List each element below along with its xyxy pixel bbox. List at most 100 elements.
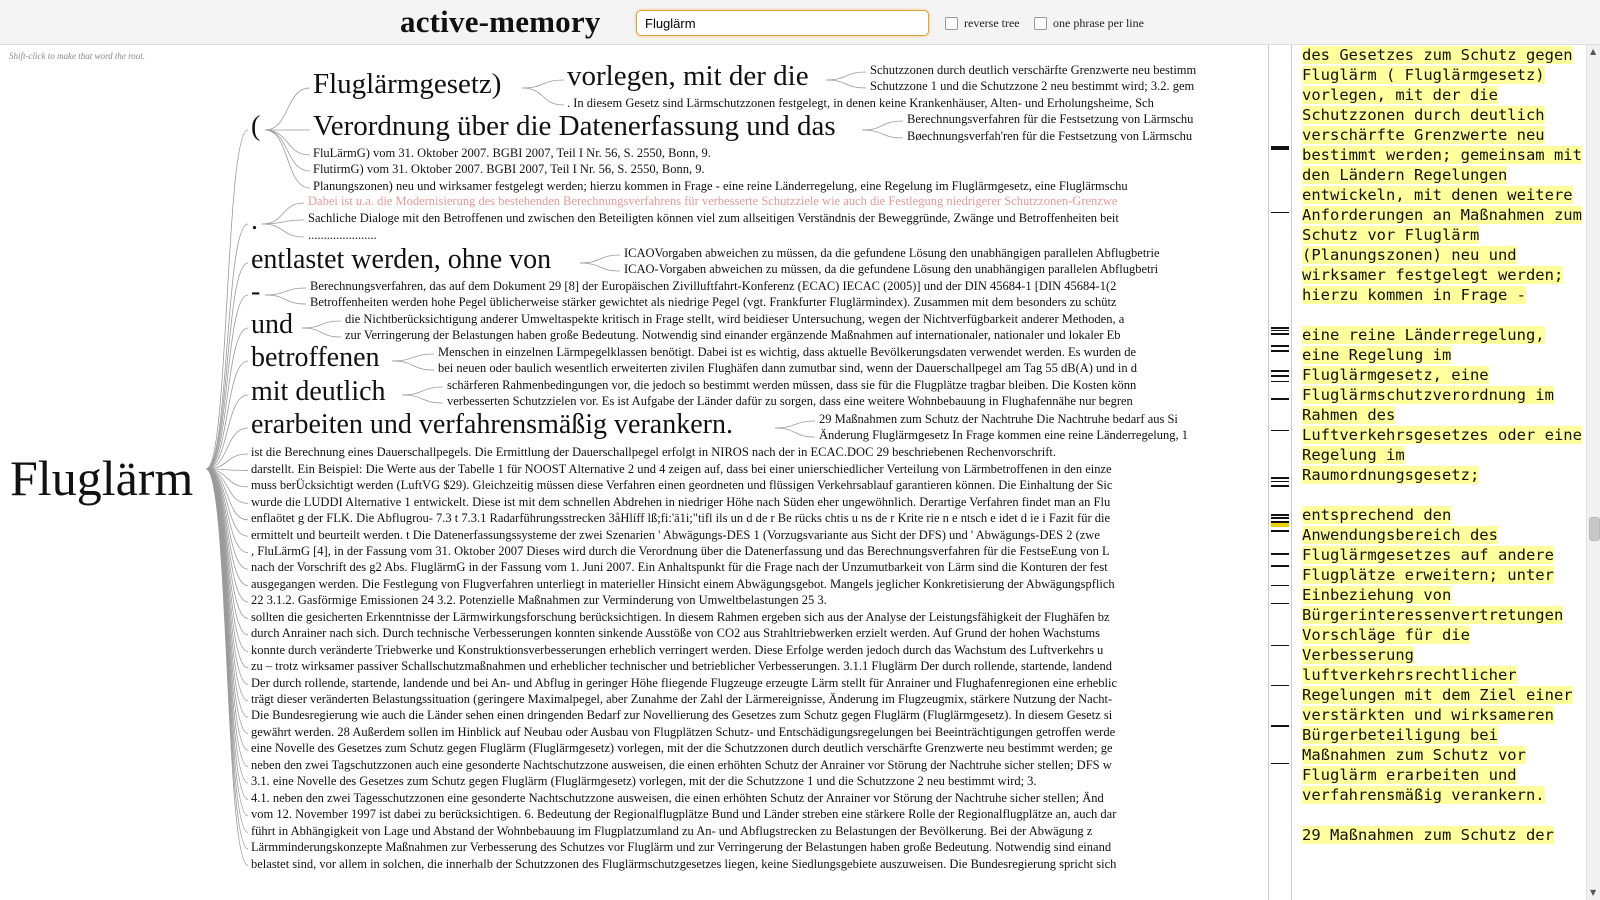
tree-leaf-phrase[interactable]: Die Bundesregierung wie auch die Länder … <box>251 709 1112 722</box>
tree-leaf-phrase[interactable]: enflaötet g der FLK. Die Abflugrou- 7.3 … <box>251 512 1110 525</box>
minimap-occurrence-mark[interactable] <box>1271 370 1289 372</box>
minimap-occurrence-mark[interactable] <box>1271 514 1289 516</box>
tree-root-word[interactable]: Fluglärm <box>10 450 193 506</box>
one-phrase-per-line-checkbox[interactable] <box>1034 17 1047 30</box>
scroll-up-icon[interactable]: ▲ <box>1590 47 1596 56</box>
tree-leaf-phrase[interactable]: Schutzzonen durch deutlich verschärfte G… <box>870 64 1196 77</box>
minimap-occurrence-mark[interactable] <box>1271 430 1289 431</box>
tree-node-dot[interactable]: . <box>251 206 258 235</box>
tree-leaf-phrase[interactable]: 3.1. eine Novelle des Gesetzes zum Schut… <box>251 775 1037 788</box>
tree-node-entlastet[interactable]: entlastet werden, ohne von <box>251 245 551 274</box>
tree-leaf-phrase[interactable]: muss berÜcksichtigt werden (LuftVG $29).… <box>251 479 1112 492</box>
tree-leaf-phrase[interactable]: darstellt. Ein Beispiel: Die Werte aus d… <box>251 463 1112 476</box>
tree-node-fluglaermgesetz[interactable]: Fluglärmgesetz) <box>313 70 501 99</box>
tree-leaf-phrase[interactable]: ...................... <box>308 229 377 242</box>
tree-leaf-phrase[interactable]: gewährt werden. 28 Außerdem sollen im Hi… <box>251 726 1115 739</box>
reverse-tree-option[interactable]: reverse tree <box>945 16 1020 31</box>
minimap-occurrence-mark[interactable] <box>1271 398 1289 400</box>
minimap-occurrence-mark[interactable] <box>1271 565 1289 567</box>
tree-leaf-phrase[interactable]: , FluLärmG [4], in der Fassung vom 31. O… <box>251 545 1110 558</box>
tree-leaf-phrase[interactable]: . In diesem Gesetz sind Lärmschutzzonen … <box>567 97 1154 110</box>
tree-leaf-phrase[interactable]: zu – trotz wirksamer passiver Schallschu… <box>251 660 1112 673</box>
minimap-occurrence-mark[interactable] <box>1271 485 1289 487</box>
tree-edge <box>579 254 621 264</box>
scrollbar-thumb[interactable] <box>1589 517 1600 541</box>
document-minimap[interactable] <box>1268 45 1292 900</box>
tree-leaf-phrase[interactable]: FluLärmG) vom 31. Oktober 2007. BGBI 200… <box>313 147 711 160</box>
tree-leaf-phrase[interactable]: FlutirmG) vom 31. Oktober 2007. BGBI 200… <box>313 163 705 176</box>
tree-node-verordnung[interactable]: Verordnung über die Datenerfassung und d… <box>313 112 836 141</box>
minimap-occurrence-mark[interactable] <box>1271 375 1289 377</box>
tree-node-und[interactable]: und <box>251 310 293 339</box>
tree-leaf-phrase[interactable]: Berechnungsverfahren, das auf dem Dokume… <box>310 280 1116 293</box>
tree-leaf-phrase[interactable]: vom 12. November 1997 ist dabei zu berüc… <box>251 808 1116 821</box>
minimap-occurrence-mark[interactable] <box>1271 763 1289 764</box>
one-phrase-per-line-option[interactable]: one phrase per line <box>1034 16 1144 31</box>
tree-leaf-phrase[interactable]: Schutzzone 1 und die Schutzzone 2 neu be… <box>870 80 1194 93</box>
minimap-occurrence-mark[interactable] <box>1271 553 1289 555</box>
minimap-occurrence-mark[interactable] <box>1271 685 1289 686</box>
tree-leaf-phrase[interactable]: ermittelt und beurteilt werden. t Die Da… <box>251 528 1100 542</box>
tree-leaf-phrase[interactable]: Dabei ist u.a. die Modernisierung des be… <box>308 195 1117 208</box>
tree-leaf-phrase[interactable]: Berechnungsverfahren für die Festsetzung… <box>907 113 1193 126</box>
tree-node-erarbeiten[interactable]: erarbeiten und verfahrensmäßig verankern… <box>251 410 733 439</box>
tree-leaf-phrase[interactable]: neben den zwei Tagschutzzonen auch eine … <box>251 759 1112 772</box>
minimap-occurrence-mark[interactable] <box>1271 345 1289 347</box>
minimap-occurrence-mark[interactable] <box>1271 603 1289 604</box>
tree-node-paren[interactable]: ( <box>251 112 260 141</box>
tree-leaf-phrase[interactable]: durch Anrainer nach sich. Durch technisc… <box>251 627 1100 640</box>
minimap-occurrence-mark[interactable] <box>1271 333 1289 335</box>
minimap-occurrence-mark[interactable] <box>1271 517 1289 519</box>
tree-leaf-phrase[interactable]: ist die Berechnung eines Dauerschallpege… <box>251 446 1056 459</box>
tree-leaf-phrase[interactable]: Bøechnungsverfah'ren für die Festsetzung… <box>907 130 1192 143</box>
tree-node-betroffenen[interactable]: betroffenen <box>251 343 380 372</box>
tree-node-mit-deutlich[interactable]: mit deutlich <box>251 377 386 406</box>
tree-leaf-phrase[interactable]: ausgegangen werden. Die Festlegung von F… <box>251 578 1115 591</box>
minimap-occurrence-mark[interactable] <box>1271 477 1289 479</box>
tree-leaf-phrase[interactable]: Der durch rollende, startende, landende … <box>251 677 1117 690</box>
minimap-occurrence-mark[interactable] <box>1271 350 1289 352</box>
tree-leaf-phrase[interactable]: führt in Abhängigkeit von Lage und Absta… <box>251 825 1092 838</box>
minimap-occurrence-mark[interactable] <box>1271 523 1289 527</box>
minimap-occurrence-mark[interactable] <box>1271 725 1289 727</box>
tree-leaf-phrase[interactable]: Betroffenheiten werden hohe Pegel üblich… <box>310 296 1116 309</box>
tree-leaf-phrase[interactable]: 4.1. neben den zwei Tagesschutzzonen ein… <box>251 792 1104 805</box>
tree-leaf-phrase[interactable]: verbesserten Schutzzielen vor. Es ist Au… <box>447 395 1133 408</box>
tree-leaf-phrase[interactable]: zur Verringerung der Belastungen haben g… <box>345 329 1121 342</box>
minimap-occurrence-mark[interactable] <box>1271 481 1289 482</box>
tree-leaf-phrase[interactable]: schärferen Rahmenbedingungen vor, die je… <box>447 379 1136 392</box>
tree-leaf-phrase[interactable]: eine Novelle des Gesetzes zum Schutz geg… <box>251 742 1113 755</box>
minimap-occurrence-mark[interactable] <box>1271 530 1289 532</box>
tree-leaf-phrase[interactable]: sollten die gesicherten Erkenntnisse der… <box>251 611 1110 624</box>
tree-node-vorlegen[interactable]: vorlegen, mit der die <box>567 62 809 91</box>
tree-leaf-phrase[interactable]: belastet sind, vor allem in solchen, die… <box>251 857 1116 871</box>
minimap-occurrence-mark[interactable] <box>1271 645 1289 646</box>
minimap-occurrence-mark[interactable] <box>1271 585 1289 586</box>
text-panel-scrollbar[interactable]: ▲ ▼ <box>1586 45 1600 900</box>
minimap-occurrence-mark[interactable] <box>1271 327 1289 329</box>
tree-leaf-phrase[interactable]: ICAOVorgaben abweichen zu müssen, da die… <box>624 247 1160 260</box>
tree-leaf-phrase[interactable]: die Nichtberücksichtigung anderer Umwelt… <box>345 313 1124 326</box>
tree-edge <box>391 360 435 371</box>
tree-leaf-phrase[interactable]: trägt dieser veränderten Belastungssitua… <box>251 693 1112 706</box>
minimap-occurrence-mark[interactable] <box>1271 330 1289 331</box>
tree-leaf-phrase[interactable]: bei neuen oder baulich wesentlich erweit… <box>438 362 1137 375</box>
minimap-occurrence-mark[interactable] <box>1271 148 1289 150</box>
minimap-occurrence-mark[interactable] <box>1271 381 1289 382</box>
scroll-down-icon[interactable]: ▼ <box>1590 888 1596 897</box>
tree-leaf-phrase[interactable]: Lärmminderungskonzepte Maßnahmen zur Ver… <box>251 841 1111 854</box>
tree-leaf-phrase[interactable]: ICAO-Vorgaben abweichen zu müssen, da di… <box>624 263 1158 276</box>
tree-node-dash[interactable]: - <box>251 277 260 306</box>
tree-leaf-phrase[interactable]: konnte durch veränderte Triebwerke und K… <box>251 644 1103 657</box>
minimap-occurrence-mark[interactable] <box>1271 212 1289 213</box>
tree-leaf-phrase[interactable]: Planungszonen) neu und wirksamer festgel… <box>313 180 1128 193</box>
tree-leaf-phrase[interactable]: Menschen in einzelnen Lärmpegelklassen b… <box>438 346 1136 359</box>
tree-leaf-phrase[interactable]: nach der Vorschrift des g2 Abs. Fluglärm… <box>251 561 1108 574</box>
reverse-tree-checkbox[interactable] <box>945 17 958 30</box>
tree-leaf-phrase[interactable]: Änderung Fluglärmgesetz In Frage kommen … <box>819 429 1188 442</box>
search-input[interactable] <box>636 10 929 36</box>
tree-leaf-phrase[interactable]: 22 3.1.2. Gasförmige Emissionen 24 3.2. … <box>251 594 827 607</box>
tree-leaf-phrase[interactable]: 29 Maßnahmen zum Schutz der Nachtruhe Di… <box>819 413 1178 426</box>
tree-leaf-phrase[interactable]: wurde die LUDDI Alternative 1 entwickelt… <box>251 496 1110 509</box>
tree-leaf-phrase[interactable]: Sachliche Dialoge mit den Betroffenen un… <box>308 212 1119 225</box>
